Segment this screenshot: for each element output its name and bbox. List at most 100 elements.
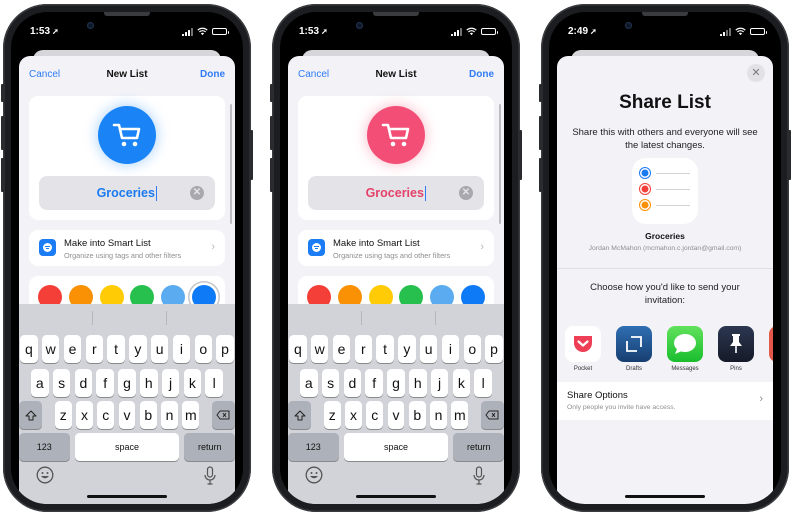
wifi-icon <box>735 27 746 36</box>
key-e[interactable]: e <box>63 335 82 363</box>
return-key[interactable]: return <box>453 433 504 461</box>
list-name-input[interactable]: Groceries ✕ <box>308 176 484 210</box>
list-icon-preview <box>98 106 156 164</box>
phone-new-list-1: 1:53 ➚ Cancel New List Done Groceries ✕ … <box>1 4 253 512</box>
key-v[interactable]: v <box>387 401 405 429</box>
key-z[interactable]: z <box>323 401 341 429</box>
shift-key[interactable] <box>288 401 312 429</box>
key-d[interactable]: d <box>74 369 93 397</box>
share-apps-row[interactable]: Pocket Drafts Messages Pins <box>565 326 773 372</box>
key-v[interactable]: v <box>118 401 136 429</box>
key-c[interactable]: c <box>97 401 115 429</box>
done-button[interactable]: Done <box>200 69 225 80</box>
microphone-icon[interactable] <box>472 466 486 486</box>
key-o[interactable]: o <box>194 335 213 363</box>
key-h[interactable]: h <box>140 369 158 397</box>
smart-list-row[interactable]: Make into Smart List Organize using tags… <box>29 230 225 266</box>
key-r[interactable]: r <box>85 335 104 363</box>
delete-key[interactable] <box>480 401 504 429</box>
key-q[interactable]: q <box>289 335 307 363</box>
key-p[interactable]: p <box>485 335 503 363</box>
emoji-icon[interactable] <box>36 466 54 484</box>
key-x[interactable]: x <box>344 401 362 429</box>
key-j[interactable]: j <box>161 369 180 397</box>
key-q[interactable]: q <box>20 335 38 363</box>
share-app-messages[interactable]: Messages <box>667 326 703 372</box>
key-u[interactable]: u <box>419 335 438 363</box>
key-y[interactable]: y <box>129 335 147 363</box>
numbers-key[interactable]: 123 <box>19 433 70 461</box>
key-m[interactable]: m <box>451 401 469 429</box>
key-w[interactable]: w <box>310 335 329 363</box>
list-name-input[interactable]: Groceries ✕ <box>39 176 215 210</box>
key-w[interactable]: w <box>41 335 60 363</box>
key-s[interactable]: s <box>321 369 340 397</box>
space-key[interactable]: space <box>343 433 449 461</box>
key-k[interactable]: k <box>183 369 202 397</box>
key-f[interactable]: f <box>96 369 114 397</box>
key-a[interactable]: a <box>300 369 318 397</box>
list-icon-card: Groceries ✕ <box>29 96 225 220</box>
key-d[interactable]: d <box>343 369 362 397</box>
key-x[interactable]: x <box>75 401 93 429</box>
scrollbar[interactable] <box>498 104 501 224</box>
share-app-partial[interactable] <box>769 326 773 372</box>
predictive-bar <box>19 304 235 330</box>
key-i[interactable]: i <box>172 335 191 363</box>
key-y[interactable]: y <box>398 335 416 363</box>
key-t[interactable]: t <box>107 335 125 363</box>
signal-icon <box>451 27 462 36</box>
key-r[interactable]: r <box>354 335 373 363</box>
return-key[interactable]: return <box>184 433 235 461</box>
delete-key[interactable] <box>211 401 235 429</box>
done-button[interactable]: Done <box>469 69 494 80</box>
emoji-icon[interactable] <box>305 466 323 484</box>
shift-icon <box>294 410 306 420</box>
shift-key[interactable] <box>19 401 43 429</box>
clear-text-button[interactable]: ✕ <box>459 186 473 200</box>
share-app-pins[interactable]: Pins <box>718 326 754 372</box>
shopping-cart-icon <box>112 123 141 147</box>
share-options-title: Share Options <box>567 390 628 401</box>
key-s[interactable]: s <box>52 369 71 397</box>
key-i[interactable]: i <box>441 335 460 363</box>
key-l[interactable]: l <box>205 369 223 397</box>
key-j[interactable]: j <box>430 369 449 397</box>
key-p[interactable]: p <box>216 335 234 363</box>
key-n[interactable]: n <box>430 401 448 429</box>
key-n[interactable]: n <box>161 401 179 429</box>
scrollbar[interactable] <box>229 104 232 224</box>
key-g[interactable]: g <box>387 369 405 397</box>
key-g[interactable]: g <box>118 369 136 397</box>
share-options-row[interactable]: Share Options Only people you invite hav… <box>557 382 773 420</box>
location-icon: ➚ <box>52 27 59 36</box>
key-b[interactable]: b <box>139 401 157 429</box>
key-t[interactable]: t <box>376 335 394 363</box>
list-name: Groceries <box>645 231 685 241</box>
key-e[interactable]: e <box>332 335 351 363</box>
key-k[interactable]: k <box>452 369 471 397</box>
key-o[interactable]: o <box>463 335 482 363</box>
location-icon: ➚ <box>321 27 328 36</box>
smart-list-row[interactable]: Make into Smart List Organize using tags… <box>298 230 494 266</box>
microphone-icon[interactable] <box>203 466 217 486</box>
key-f[interactable]: f <box>365 369 383 397</box>
list-icon-preview <box>367 106 425 164</box>
close-button[interactable]: ✕ <box>747 64 765 82</box>
clear-text-button[interactable]: ✕ <box>190 186 204 200</box>
space-key[interactable]: space <box>74 433 180 461</box>
app-label: Pins <box>730 366 742 372</box>
key-l[interactable]: l <box>474 369 492 397</box>
share-app-drafts[interactable]: Drafts <box>616 326 652 372</box>
share-app-pocket[interactable]: Pocket <box>565 326 601 372</box>
key-a[interactable]: a <box>31 369 49 397</box>
key-h[interactable]: h <box>409 369 427 397</box>
numbers-key[interactable]: 123 <box>288 433 339 461</box>
messages-icon <box>667 326 703 362</box>
stage: 1:53 ➚ Cancel New List Done Groceries ✕ … <box>0 0 792 516</box>
key-c[interactable]: c <box>366 401 384 429</box>
key-z[interactable]: z <box>54 401 72 429</box>
key-b[interactable]: b <box>408 401 426 429</box>
key-m[interactable]: m <box>182 401 200 429</box>
key-u[interactable]: u <box>150 335 169 363</box>
